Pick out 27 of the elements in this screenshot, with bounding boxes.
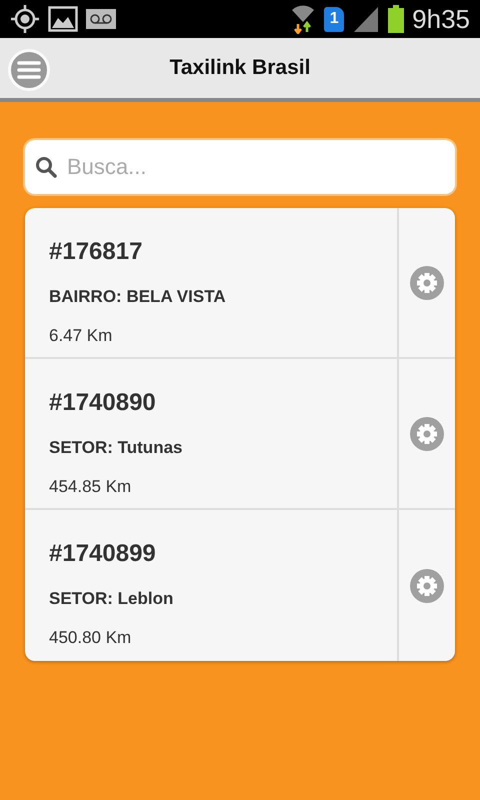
voicemail-icon: [86, 9, 116, 29]
search-field[interactable]: Busca...: [25, 140, 455, 194]
image-icon: [48, 6, 78, 32]
menu-icon: [17, 60, 41, 80]
ride-distance: 450.80 Km: [49, 626, 132, 648]
ride-location: SETOR: Leblon: [49, 588, 174, 610]
settings-icon: [410, 416, 444, 450]
ride-number: #1740899: [49, 539, 157, 569]
ride-number: #176817: [49, 237, 144, 267]
ride-distance: 6.47 Km: [49, 324, 114, 346]
app-title: Taxilink Brasil: [170, 55, 310, 81]
ride-distance: 454.85 Km: [49, 476, 132, 498]
ride-location: BAIRRO: BELA VISTA: [49, 286, 227, 308]
ride-location: SETOR: Tutunas: [49, 437, 184, 459]
menu-button[interactable]: [8, 49, 50, 91]
ride-item[interactable]: #1740899 SETOR: Leblon 450.80 Km: [25, 510, 399, 661]
location-icon: [10, 4, 40, 34]
signal-icon: [352, 5, 380, 33]
settings-icon: [410, 266, 444, 300]
battery-icon: [388, 5, 404, 33]
wifi-icon: [290, 4, 316, 34]
sim-icon: 1: [324, 6, 344, 32]
clock-time: 9h35: [412, 2, 470, 36]
ride-item[interactable]: #176817 BAIRRO: BELA VISTA 6.47 Km: [25, 208, 399, 357]
settings-icon: [410, 568, 444, 602]
ride-item[interactable]: #1740890 SETOR: Tutunas 454.85 Km: [25, 359, 399, 508]
ride-number: #1740890: [49, 388, 157, 418]
